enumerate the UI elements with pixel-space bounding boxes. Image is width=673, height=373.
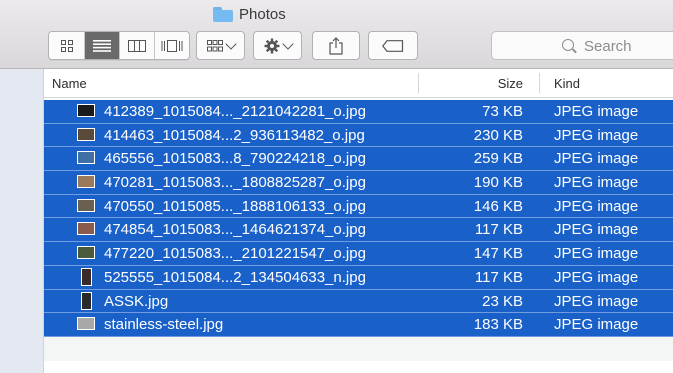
tag-button[interactable]: [368, 31, 418, 60]
size-column-label: Size: [497, 75, 523, 91]
search-field[interactable]: [491, 31, 673, 60]
file-kind: JPEG image: [554, 197, 639, 215]
sidebar: [0, 69, 44, 373]
file-row[interactable]: 465556_1015083...8_790224218_o.jpg 259 K…: [44, 147, 673, 172]
file-name: stainless-steel.jpg: [104, 316, 224, 334]
file-row[interactable]: ASSK.jpg 23 KB JPEG image: [44, 289, 673, 314]
size-column-header[interactable]: Size: [418, 69, 523, 97]
name-column-header[interactable]: Name: [52, 69, 87, 97]
list-view-icon: [93, 39, 111, 52]
file-size: 73 KB: [482, 103, 523, 120]
image-thumbnail-icon: [81, 267, 92, 286]
thumbnail-fill: [82, 292, 91, 309]
file-row[interactable]: 414463_1015084...2_936113482_o.jpg 230 K…: [44, 123, 673, 148]
column-divider[interactable]: [539, 73, 540, 93]
group-by-button[interactable]: [196, 31, 245, 60]
file-row[interactable]: 474854_1015083..._1464621374_o.jpg 117 K…: [44, 218, 673, 243]
thumbnail-fill: [78, 199, 94, 211]
file-name: 465556_1015083...8_790224218_o.jpg: [104, 150, 366, 168]
file-kind: JPEG image: [554, 221, 639, 239]
image-thumbnail-icon: [81, 291, 92, 310]
gallery-view-icon: [161, 39, 183, 52]
file-name: 525555_1015084...2_134504633_n.jpg: [104, 268, 366, 286]
name-column-label: Name: [52, 75, 87, 91]
thumbnail-fill: [78, 223, 94, 235]
file-size: 147 KB: [473, 245, 523, 263]
file-row[interactable]: 470550_1015085..._1888106133_o.jpg 146 K…: [44, 194, 673, 219]
file-size: 117 KB: [474, 268, 523, 286]
file-size: 183 KB: [473, 316, 523, 334]
image-thumbnail-icon: [77, 246, 95, 260]
list-view-button[interactable]: [85, 32, 120, 59]
file-row[interactable]: stainless-steel.jpg 183 KB JPEG image: [44, 313, 673, 337]
thumbnail-fill: [78, 128, 94, 140]
file-row[interactable]: 470281_1015083..._1808825287_o.jpg 190 K…: [44, 171, 673, 195]
thumbnail-fill: [78, 105, 94, 116]
file-size: 259 KB: [473, 150, 523, 168]
file-kind: JPEG image: [554, 126, 639, 144]
window-title-text: Photos: [239, 5, 286, 23]
chevron-down-icon: [281, 37, 294, 50]
file-size: 23 KB: [482, 292, 523, 310]
search-icon: [562, 39, 574, 51]
window-title: Photos: [213, 4, 286, 24]
thumbnail-fill: [78, 247, 94, 259]
column-view-button[interactable]: [120, 32, 155, 59]
file-size: 146 KB: [473, 197, 523, 215]
image-thumbnail-icon: [77, 127, 95, 141]
thumbnail-fill: [78, 152, 94, 164]
thumbnail-fill: [78, 176, 94, 188]
file-kind: JPEG image: [554, 103, 639, 120]
grid-icon: [206, 39, 223, 51]
file-name: 477220_1015083..._2101221547_o.jpg: [104, 245, 366, 263]
view-mode-control: [48, 31, 190, 60]
image-thumbnail-icon: [77, 222, 95, 236]
file-row[interactable]: 525555_1015084...2_134504633_n.jpg 117 K…: [44, 265, 673, 290]
empty-row-stripe: [44, 337, 673, 361]
icon-view-icon: [60, 39, 73, 52]
image-thumbnail-icon: [77, 104, 95, 117]
file-size: 190 KB: [473, 174, 523, 192]
chevron-down-icon: [224, 37, 237, 50]
share-icon: [329, 36, 343, 55]
thumbnail-fill: [78, 318, 94, 330]
file-name: 412389_1015084..._2121042281_o.jpg: [104, 103, 366, 120]
file-kind: JPEG image: [554, 292, 639, 310]
kind-column-header[interactable]: Kind: [554, 69, 580, 97]
gallery-view-button[interactable]: [155, 32, 189, 59]
image-thumbnail-icon: [77, 175, 95, 189]
icon-view-button[interactable]: [49, 32, 85, 59]
thumbnail-fill: [82, 268, 91, 285]
gear-icon: [264, 38, 279, 53]
file-row[interactable]: 412389_1015084..._2121042281_o.jpg 73 KB…: [44, 100, 673, 124]
folder-icon: [213, 6, 233, 22]
file-kind: JPEG image: [554, 316, 639, 334]
kind-column-label: Kind: [554, 75, 581, 91]
search-input[interactable]: [582, 35, 673, 57]
file-row[interactable]: 477220_1015083..._2101221547_o.jpg 147 K…: [44, 242, 673, 266]
file-kind: JPEG image: [554, 245, 639, 263]
file-name: 414463_1015084...2_936113482_o.jpg: [104, 126, 365, 144]
image-thumbnail-icon: [77, 198, 95, 212]
tag-icon: [382, 39, 404, 52]
file-size: 230 KB: [473, 126, 523, 144]
toolbar: Photos: [0, 0, 673, 69]
column-header: Name Size Kind: [44, 69, 673, 98]
image-thumbnail-icon: [77, 151, 95, 165]
file-kind: JPEG image: [554, 268, 639, 286]
file-kind: JPEG image: [554, 150, 639, 168]
column-view-icon: [128, 39, 146, 52]
file-name: ASSK.jpg: [104, 292, 169, 310]
empty-list-area[interactable]: [44, 337, 673, 373]
file-name: 470281_1015083..._1808825287_o.jpg: [104, 174, 366, 192]
file-name: 470550_1015085..._1888106133_o.jpg: [104, 197, 366, 215]
share-button[interactable]: [312, 31, 360, 60]
image-thumbnail-icon: [77, 317, 95, 331]
file-kind: JPEG image: [554, 174, 639, 192]
file-name: 474854_1015083..._1464621374_o.jpg: [104, 221, 366, 239]
file-list: 412389_1015084..._2121042281_o.jpg 73 KB…: [44, 100, 673, 337]
action-button[interactable]: [253, 31, 302, 60]
file-size: 117 KB: [474, 221, 523, 239]
